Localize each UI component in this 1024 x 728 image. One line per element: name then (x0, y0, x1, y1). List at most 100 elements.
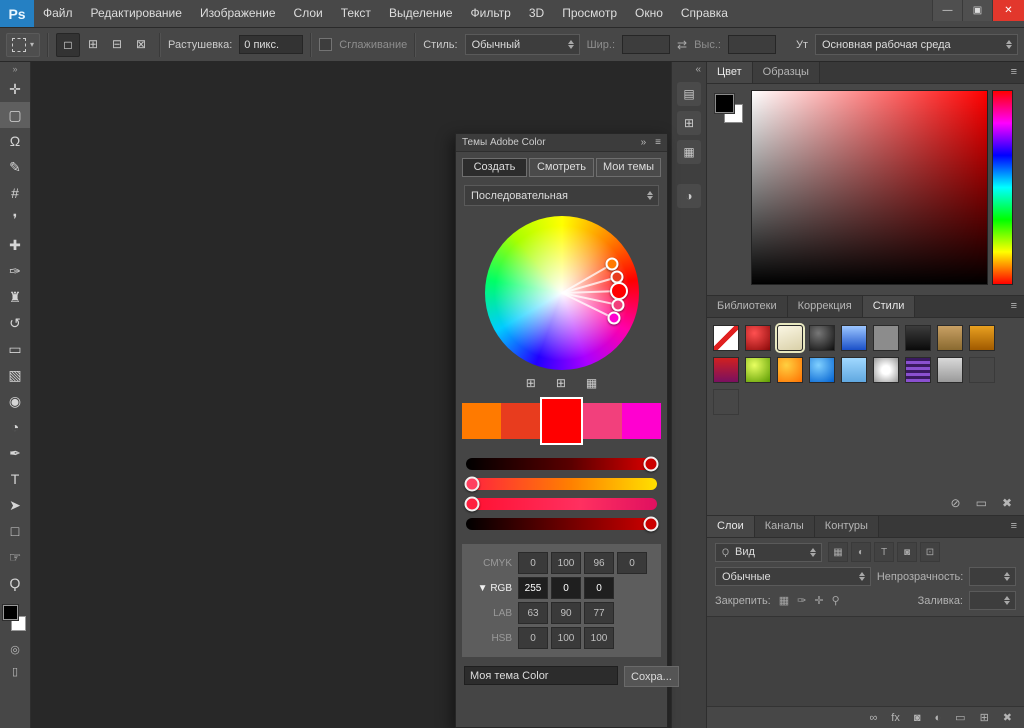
value-cell[interactable]: 0 (518, 552, 548, 574)
filter-type-layers-icon[interactable]: T (874, 542, 894, 562)
quick-mask-button[interactable]: ◎ (0, 638, 30, 660)
type-tool[interactable]: T (0, 466, 30, 492)
new-layer-icon[interactable]: ⊞ (980, 711, 989, 724)
menu-layers[interactable]: Слои (285, 0, 332, 27)
link-layers-icon[interactable]: ∞ (869, 712, 877, 724)
workspace-dropdown[interactable]: Основная рабочая среда (815, 34, 1018, 55)
style-blue-glossy[interactable] (809, 357, 835, 383)
style-dropdown[interactable]: Обычный (465, 34, 580, 55)
gradient-tool[interactable]: ▧ (0, 362, 30, 388)
filter-adjustment-layers-icon[interactable]: ◐ (851, 542, 871, 562)
value-cell[interactable]: 96 (584, 552, 614, 574)
style-purple-stripes[interactable] (905, 357, 931, 383)
aco-title-bar[interactable]: Темы Adobe Color » ≡ (456, 134, 667, 152)
swap-dimensions-icon[interactable]: ⇄ (677, 38, 687, 52)
lock-all-icon[interactable]: ⚲ (830, 594, 842, 607)
subtract-from-selection-button[interactable]: ⊟ (106, 33, 128, 55)
lock-transparency-icon[interactable]: ▦ (777, 594, 791, 607)
theme-swatch-3[interactable] (540, 397, 583, 445)
theme-swatch-2[interactable] (501, 403, 540, 439)
menu-file[interactable]: Файл (34, 0, 82, 27)
screen-mode-button[interactable]: ▯ (0, 660, 30, 682)
blend-mode-dropdown[interactable]: Обычные (715, 567, 871, 586)
style-red-orb[interactable] (745, 325, 771, 351)
fill-dropdown[interactable] (969, 591, 1016, 610)
info-icon[interactable]: ▦ (677, 140, 701, 164)
slider-handle[interactable] (644, 517, 659, 532)
tab-paths[interactable]: Контуры (815, 516, 879, 537)
foreground-color-chip[interactable] (3, 605, 18, 620)
menu-type[interactable]: Текст (332, 0, 380, 27)
move-tool[interactable]: ✛ (0, 76, 30, 102)
history-brush-tool[interactable]: ↺ (0, 310, 30, 336)
dock-collapse-icon[interactable]: « (672, 62, 706, 77)
add-to-swatches-icon[interactable]: ⊞ (556, 376, 566, 390)
style-dark-orb[interactable] (809, 325, 835, 351)
width-input[interactable] (622, 35, 670, 54)
navigator-icon[interactable]: ⊞ (677, 111, 701, 135)
hand-tool[interactable]: ☞ (0, 544, 30, 570)
wheel-marker[interactable] (607, 312, 620, 325)
style-none[interactable] (713, 325, 739, 351)
tab-adjustments[interactable]: Коррекция (788, 296, 863, 317)
new-style-icon[interactable]: ▭ (976, 496, 987, 510)
slider-track[interactable] (466, 498, 657, 510)
slider-handle[interactable] (464, 477, 479, 492)
tab-layers[interactable]: Слои (707, 516, 755, 537)
style-tan[interactable] (937, 325, 963, 351)
theme-swatch-5[interactable] (622, 403, 661, 439)
rectangular-marquee-tool[interactable]: ▢ (0, 102, 30, 128)
path-selection-tool[interactable]: ➤ (0, 492, 30, 518)
menu-3d[interactable]: 3D (520, 0, 553, 27)
opacity-dropdown[interactable] (969, 567, 1016, 586)
menu-filter[interactable]: Фильтр (462, 0, 520, 27)
slider-track[interactable] (466, 518, 657, 530)
slider-track[interactable] (466, 478, 657, 490)
filter-smart-objects-icon[interactable]: ⊡ (920, 542, 940, 562)
antialias-checkbox[interactable] (319, 38, 332, 51)
tab-libraries[interactable]: Библиотеки (707, 296, 788, 317)
value-cell[interactable]: 0 (518, 627, 548, 649)
value-cell[interactable]: 100 (551, 627, 581, 649)
wheel-marker[interactable] (610, 282, 628, 300)
style-slot-empty[interactable] (713, 389, 739, 415)
add-to-selection-button[interactable]: ⊞ (82, 33, 104, 55)
intersect-selection-button[interactable]: ⊠ (130, 33, 152, 55)
histogram-icon[interactable]: ▤ (677, 82, 701, 106)
value-cell[interactable]: 100 (551, 552, 581, 574)
height-input[interactable] (728, 35, 776, 54)
wheel-marker[interactable] (612, 299, 625, 312)
value-cell[interactable]: 90 (551, 602, 581, 624)
lasso-tool[interactable]: Ω (0, 128, 30, 154)
value-cell[interactable]: 0 (617, 552, 647, 574)
dodge-tool[interactable]: ◔ (0, 414, 30, 440)
theme-name-input[interactable] (464, 666, 618, 685)
adjustments-icon[interactable]: ◑ (677, 184, 701, 208)
lock-pixels-icon[interactable]: ✑ (795, 594, 808, 607)
crop-tool[interactable]: # (0, 180, 30, 206)
quick-selection-tool[interactable]: ✎ (0, 154, 30, 180)
clear-style-icon[interactable]: ⊘ (951, 496, 961, 510)
value-cell[interactable]: 0 (551, 577, 581, 599)
menu-select[interactable]: Выделение (380, 0, 462, 27)
menu-edit[interactable]: Редактирование (82, 0, 191, 27)
menu-window[interactable]: Окно (626, 0, 672, 27)
style-blue-gradient[interactable] (841, 325, 867, 351)
style-amber[interactable] (969, 325, 995, 351)
aco-tab-explore[interactable]: Смотреть (529, 158, 594, 177)
adjustment-layer-icon[interactable]: ◐ (935, 712, 942, 724)
layer-mask-icon[interactable]: ◙ (914, 712, 921, 724)
refine-edge-button[interactable]: Ут (796, 39, 808, 51)
healing-brush-tool[interactable]: ✚ (0, 232, 30, 258)
slider-handle[interactable] (464, 497, 479, 512)
style-red-purple[interactable] (713, 357, 739, 383)
color-wheel[interactable] (485, 216, 639, 370)
layers-list[interactable] (707, 616, 1024, 706)
hue-strip[interactable] (992, 90, 1013, 285)
value-cell[interactable]: 77 (584, 602, 614, 624)
clone-stamp-tool[interactable]: ♜ (0, 284, 30, 310)
tab-color[interactable]: Цвет (707, 62, 753, 83)
styles-panel-menu-icon[interactable]: ≡ (1004, 296, 1024, 317)
tab-styles[interactable]: Стили (863, 296, 916, 317)
feather-input[interactable] (239, 35, 303, 54)
